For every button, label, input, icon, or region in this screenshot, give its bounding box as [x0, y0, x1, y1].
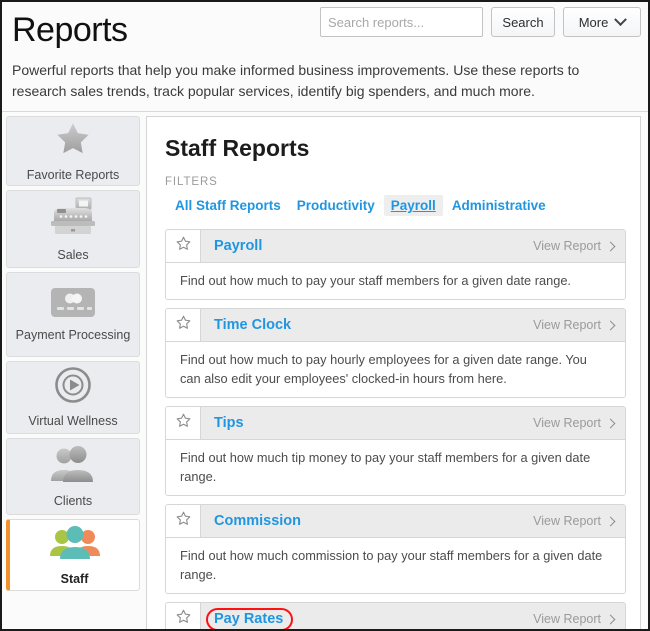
report-card: Commission View Report Find out how much…	[165, 504, 626, 594]
report-card-header: Commission View Report	[166, 505, 625, 538]
report-title[interactable]: Payroll	[201, 230, 533, 262]
report-card-header: Tips View Report	[166, 407, 625, 440]
filter-administrative[interactable]: Administrative	[445, 195, 553, 216]
chevron-right-icon	[605, 320, 616, 330]
sidebar-item-favorite-reports[interactable]: Favorite Reports	[6, 116, 140, 186]
report-card-header: Time Clock View Report	[166, 309, 625, 342]
report-title-text: Commission	[214, 513, 302, 529]
view-report-label: View Report	[533, 514, 601, 528]
page-intro-text: Powerful reports that help you make info…	[12, 62, 580, 99]
credit-card-icon	[49, 286, 97, 324]
view-report-link[interactable]: View Report	[533, 407, 625, 439]
chevron-right-icon	[605, 614, 616, 624]
three-people-color-icon	[49, 523, 101, 568]
report-description: Find out how much to pay your staff memb…	[166, 263, 625, 299]
filter-all-staff-reports[interactable]: All Staff Reports	[168, 195, 288, 216]
sidebar: Favorite Reports Sales Payment Processin…	[2, 112, 144, 629]
chevron-down-icon	[614, 12, 628, 26]
view-report-label: View Report	[533, 612, 601, 626]
filters-label: FILTERS	[165, 176, 218, 188]
view-report-link[interactable]: View Report	[533, 505, 625, 537]
favorite-star-button[interactable]	[166, 407, 201, 439]
sidebar-item-clients[interactable]: Clients	[6, 438, 140, 515]
view-report-label: View Report	[533, 416, 601, 430]
report-card: Payroll View Report Find out how much to…	[165, 229, 626, 300]
report-card: Pay Rates View Report At a glance, see w…	[165, 602, 626, 629]
sidebar-item-label: Sales	[57, 247, 89, 262]
sidebar-item-staff[interactable]: Staff	[6, 519, 140, 591]
chevron-right-icon	[605, 241, 616, 251]
favorite-star-button[interactable]	[166, 505, 201, 537]
report-card-header: Pay Rates View Report	[166, 603, 625, 629]
sidebar-item-label: Payment Processing	[15, 327, 131, 342]
view-report-label: View Report	[533, 239, 601, 253]
play-circle-icon	[53, 365, 93, 410]
star-outline-icon	[175, 510, 192, 532]
section-title: Staff Reports	[165, 135, 310, 161]
report-card-header: Payroll View Report	[166, 230, 625, 263]
report-card: Time Clock View Report Find out how much…	[165, 308, 626, 398]
reports-page: Reports Search More Powerful reports tha…	[0, 0, 650, 631]
two-people-icon	[47, 443, 99, 490]
filter-payroll[interactable]: Payroll	[383, 195, 443, 216]
search-button[interactable]: Search	[491, 7, 555, 37]
report-title-pay-rates[interactable]: Pay Rates	[201, 603, 533, 629]
filter-productivity[interactable]: Productivity	[290, 195, 382, 216]
star-icon	[52, 119, 94, 164]
sidebar-item-sales[interactable]: Sales	[6, 190, 140, 268]
report-title[interactable]: Commission	[201, 505, 533, 537]
more-button[interactable]: More	[563, 7, 641, 37]
report-card: Tips View Report Find out how much tip m…	[165, 406, 626, 496]
sidebar-item-virtual-wellness[interactable]: Virtual Wellness	[6, 361, 140, 434]
report-title-text: Time Clock	[214, 317, 292, 333]
sidebar-item-label: Virtual Wellness	[28, 414, 118, 428]
sidebar-item-label: Staff	[60, 571, 89, 586]
star-outline-icon	[175, 314, 192, 336]
cash-register-icon	[45, 195, 101, 244]
page-title: Reports	[12, 11, 128, 49]
more-button-label: More	[578, 14, 609, 30]
page-body: Favorite Reports Sales Payment Processin…	[2, 112, 648, 629]
page-header: Reports Search More Powerful reports tha…	[2, 2, 648, 112]
report-description: Find out how much commission to pay your…	[166, 538, 625, 593]
star-outline-icon	[175, 412, 192, 434]
sidebar-item-label: Favorite Reports	[26, 167, 120, 182]
sidebar-item-payment-processing[interactable]: Payment Processing	[6, 272, 140, 357]
favorite-star-button[interactable]	[166, 230, 201, 262]
reports-content-panel: Staff Reports FILTERS All Staff Reports …	[146, 116, 641, 629]
star-outline-icon	[175, 235, 192, 257]
report-title-text: Payroll	[214, 238, 263, 254]
favorite-star-button[interactable]	[166, 309, 201, 341]
report-description: Find out how much tip money to pay your …	[166, 440, 625, 495]
report-description: Find out how much to pay hourly employee…	[166, 342, 625, 397]
view-report-link[interactable]: View Report	[533, 230, 625, 262]
report-title[interactable]: Tips	[201, 407, 533, 439]
view-report-label: View Report	[533, 318, 601, 332]
search-input[interactable]	[320, 7, 483, 37]
filters-bar: All Staff Reports Productivity Payroll A…	[168, 195, 626, 216]
report-title[interactable]: Time Clock	[201, 309, 533, 341]
report-title-text: Pay Rates	[205, 607, 294, 629]
search-toolbar: Search More	[320, 7, 641, 37]
chevron-right-icon	[605, 418, 616, 428]
favorite-star-button[interactable]	[166, 603, 201, 629]
sidebar-item-label: Clients	[53, 494, 93, 508]
view-report-link[interactable]: View Report	[533, 603, 625, 629]
report-title-text: Tips	[214, 415, 244, 431]
view-report-link[interactable]: View Report	[533, 309, 625, 341]
star-outline-icon	[175, 608, 192, 629]
chevron-right-icon	[605, 516, 616, 526]
